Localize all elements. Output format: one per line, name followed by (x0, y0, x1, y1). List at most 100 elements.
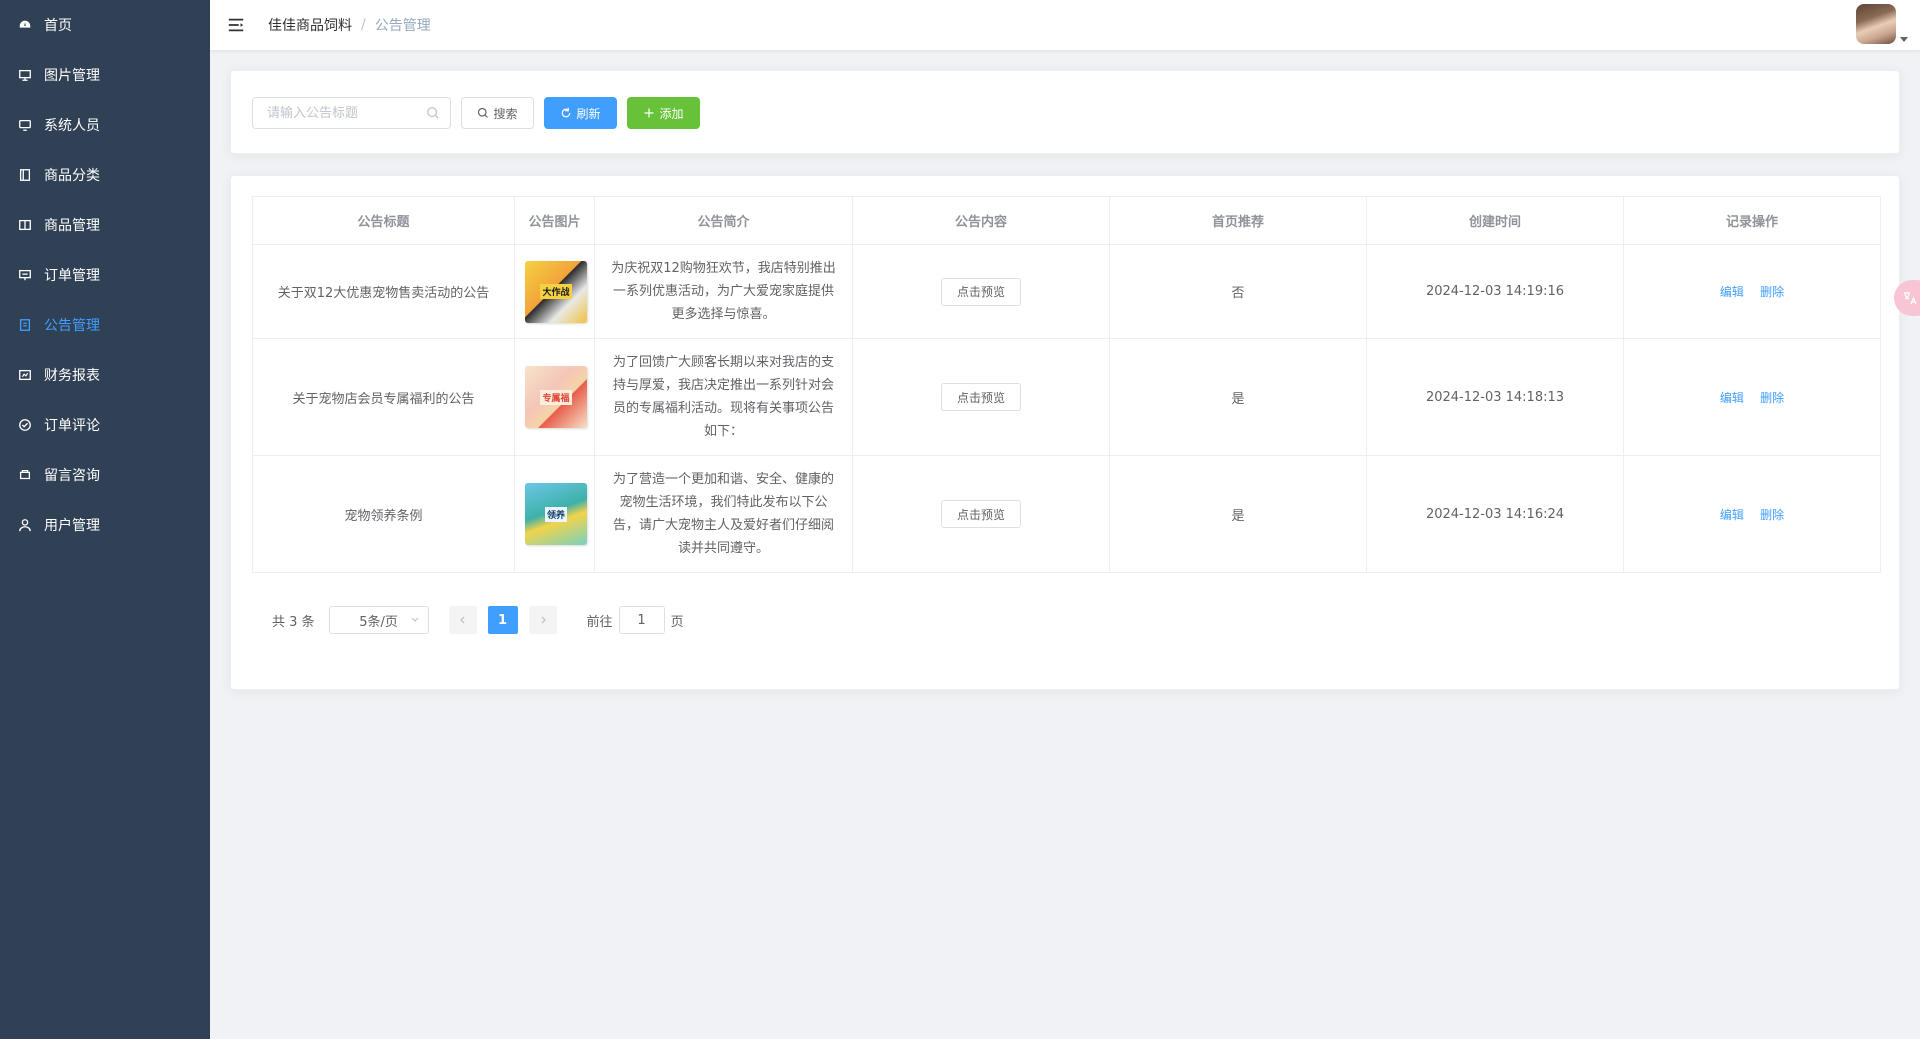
table-row: 宠物领养条例 领养 为了营造一个更加和谐、安全、健康的宠物生活环境，我们特此发布… (252, 455, 1881, 573)
search-icon (427, 107, 439, 119)
preview-button[interactable]: 点击预览 (941, 383, 1021, 411)
page-size-select[interactable]: 5条/页 (328, 606, 429, 634)
search-field (252, 97, 451, 129)
sidebar-item-label: 留言咨询 (44, 468, 100, 484)
sidebar-item-label: 商品管理 (44, 218, 100, 234)
sidebar-item-label: 图片管理 (44, 68, 100, 84)
cell-summary: 为了回馈广大顾客长期以来对我店的支持与厚爱，我店决定推出一系列针对会员的专属福利… (594, 338, 853, 456)
cell-image: 领养 (514, 455, 595, 573)
sidebar-item-label: 财务报表 (44, 368, 100, 384)
picture-icon (18, 68, 32, 82)
announcement-thumbnail[interactable]: 专属福 (525, 366, 587, 428)
avatar[interactable] (1856, 4, 1896, 44)
sidebar-item-staff[interactable]: 系统人员 (0, 100, 210, 150)
sidebar-item-comments[interactable]: 订单评论 (0, 400, 210, 450)
sidebar-item-label: 订单评论 (44, 418, 100, 434)
cell-image: 专属福 (514, 338, 595, 456)
order-icon (18, 268, 32, 282)
delete-link[interactable]: 删除 (1760, 391, 1784, 405)
monitor-icon (18, 118, 32, 132)
sidebar-item-pictures[interactable]: 图片管理 (0, 50, 210, 100)
breadcrumb-home[interactable]: 佳佳商品饲料 (268, 15, 352, 35)
chevron-left-icon (459, 616, 465, 624)
preview-button[interactable]: 点击预览 (941, 500, 1021, 528)
cell-content: 点击预览 (852, 455, 1110, 573)
sidebar-item-orders[interactable]: 订单管理 (0, 250, 210, 300)
pagination: 共 3 条 5条/页 1 前往 页 (252, 606, 684, 634)
announcement-table-panel: 公告标题 公告图片 公告简介 公告内容 首页推荐 创建时间 记录操作 关于双12… (230, 175, 1900, 690)
goto-suffix: 页 (670, 614, 684, 630)
prev-page-button[interactable] (448, 606, 477, 634)
page-size-value: 5条/页 (359, 614, 398, 630)
cell-actions: 编辑 删除 (1623, 338, 1881, 456)
cell-title: 宠物领养条例 (252, 455, 515, 573)
caret-down-icon (1900, 37, 1908, 42)
announcement-thumbnail[interactable]: 大作战 (525, 260, 587, 323)
column-header-created: 创建时间 (1366, 196, 1624, 245)
cell-summary: 为了营造一个更加和谐、安全、健康的宠物生活环境，我们特此发布以下公告，请广大宠物… (594, 455, 853, 573)
column-header-summary: 公告简介 (594, 196, 853, 245)
page-number-current[interactable]: 1 (487, 606, 518, 634)
sidebar-item-label: 用户管理 (44, 518, 100, 534)
next-page-button[interactable] (528, 606, 557, 634)
column-header-actions: 记录操作 (1623, 196, 1881, 245)
hamburger-icon[interactable] (226, 15, 246, 35)
sidebar-item-home[interactable]: 首页 (0, 0, 210, 50)
edit-link[interactable]: 编辑 (1720, 391, 1744, 405)
cell-actions: 编辑 删除 (1623, 244, 1881, 339)
book-icon (18, 218, 32, 232)
sidebar-item-announcements[interactable]: 公告管理 (0, 300, 210, 350)
announcement-thumbnail[interactable]: 领养 (525, 483, 587, 545)
table-row: 关于宠物店会员专属福利的公告 专属福 为了回馈广大顾客长期以来对我店的支持与厚爱… (252, 338, 1881, 456)
edit-link[interactable]: 编辑 (1720, 285, 1744, 299)
search-icon (478, 107, 489, 118)
delete-link[interactable]: 删除 (1760, 285, 1784, 299)
goto-page-input[interactable] (618, 606, 665, 634)
cell-content: 点击预览 (852, 338, 1110, 456)
delete-link[interactable]: 删除 (1760, 508, 1784, 522)
cell-actions: 编辑 删除 (1623, 455, 1881, 573)
search-input[interactable] (253, 99, 423, 127)
cell-image: 大作战 (514, 244, 595, 339)
comment-icon (18, 418, 32, 432)
cell-recommend: 否 (1109, 244, 1367, 339)
breadcrumb-current: 公告管理 (374, 18, 431, 34)
refresh-button[interactable]: 刷新 (544, 97, 617, 129)
user-menu[interactable] (1856, 4, 1908, 44)
chevron-down-icon (411, 617, 418, 622)
thumbnail-caption: 领养 (544, 506, 567, 522)
sidebar-item-label: 订单管理 (44, 268, 100, 284)
sidebar-item-users[interactable]: 用户管理 (0, 500, 210, 550)
plus-icon (644, 108, 654, 118)
cell-recommend: 是 (1109, 455, 1367, 573)
edit-link[interactable]: 编辑 (1720, 508, 1744, 522)
search-button[interactable]: 搜索 (461, 97, 534, 129)
refresh-button-label: 刷新 (576, 106, 601, 121)
cell-summary: 为庆祝双12购物狂欢节，我店特别推出一系列优惠活动，为广大爱宠家庭提供更多选择与… (594, 244, 853, 339)
document-icon (18, 318, 32, 332)
table-header-row: 公告标题 公告图片 公告简介 公告内容 首页推荐 创建时间 记录操作 (252, 196, 1881, 245)
column-header-content: 公告内容 (852, 196, 1110, 245)
dashboard-icon (18, 18, 32, 32)
preview-button[interactable]: 点击预览 (941, 277, 1021, 306)
goto-prefix: 前往 (586, 614, 613, 630)
thumbnail-caption: 专属福 (540, 389, 572, 405)
add-button-label: 添加 (659, 106, 684, 121)
table-row: 关于双12大优惠宠物售卖活动的公告 大作战 为庆祝双12购物狂欢节，我店特别推出… (252, 244, 1881, 339)
add-button[interactable]: 添加 (627, 97, 700, 129)
breadcrumb-separator: / (361, 17, 366, 33)
sidebar-item-products[interactable]: 商品管理 (0, 200, 210, 250)
breadcrumb: 佳佳商品饲料 / 公告管理 (268, 15, 431, 35)
column-header-title: 公告标题 (252, 196, 515, 245)
sidebar-item-categories[interactable]: 商品分类 (0, 150, 210, 200)
cell-created: 2024-12-03 14:18:13 (1366, 338, 1624, 456)
search-button-label: 搜索 (493, 106, 518, 121)
chevron-right-icon (541, 616, 546, 624)
sidebar-item-finance[interactable]: 财务报表 (0, 350, 210, 400)
message-icon (18, 468, 32, 482)
cell-content: 点击预览 (852, 244, 1110, 339)
folder-icon (18, 168, 32, 182)
sidebar-item-messages[interactable]: 留言咨询 (0, 450, 210, 500)
cell-created: 2024-12-03 14:16:24 (1366, 455, 1624, 573)
cell-recommend: 是 (1109, 338, 1367, 456)
